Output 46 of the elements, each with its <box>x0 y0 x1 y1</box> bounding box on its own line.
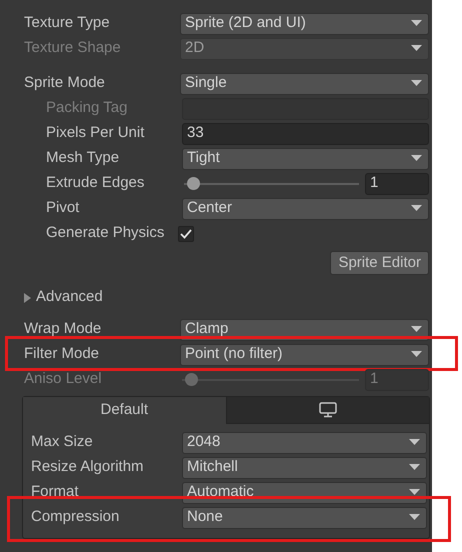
field-label: Texture Shape <box>24 38 122 58</box>
dropdown-field[interactable]: Mitchell <box>182 456 427 478</box>
caret-icon <box>411 205 422 212</box>
caret-icon <box>411 20 422 27</box>
field-label: Texture Type <box>24 13 111 34</box>
caret-icon <box>411 326 422 333</box>
dropdown-field[interactable]: None <box>182 506 427 528</box>
platform-tab[interactable] <box>226 397 429 424</box>
field-label: Sprite Mode <box>24 73 106 94</box>
field-label: Aniso Level <box>24 369 103 390</box>
field-label: Compression <box>31 507 120 528</box>
field-label: Filter Mode <box>24 344 100 364</box>
caret-icon <box>411 351 422 358</box>
caret-icon <box>409 514 420 521</box>
dropdown-field[interactable]: Center <box>182 198 429 220</box>
caret-icon <box>411 155 422 162</box>
dropdown-field[interactable]: Point (no filter) <box>180 344 429 366</box>
field-label: Extrude Edges <box>46 173 146 194</box>
field-label: Mesh Type <box>46 148 120 168</box>
caret-icon <box>409 464 420 471</box>
field-label: Generate Physics <box>46 223 166 244</box>
input-field[interactable]: 33 <box>182 122 429 144</box>
dropdown-field[interactable]: 2048 <box>182 432 427 454</box>
caret-icon <box>411 80 422 87</box>
foldout-label[interactable]: Advanced <box>36 286 103 309</box>
field-label: Resize Algorithm <box>31 457 145 478</box>
checkbox[interactable] <box>178 226 194 242</box>
foldout-arrow-icon[interactable] <box>24 292 31 302</box>
sprite-editor-button[interactable]: Sprite Editor <box>330 250 429 274</box>
field-label: Packing Tag <box>46 98 128 118</box>
caret-icon <box>409 489 420 496</box>
field-label: Max Size <box>31 432 94 452</box>
number-field: 1 <box>365 368 429 390</box>
field-label: Pixels Per Unit <box>46 123 146 144</box>
field-label: Pivot <box>46 198 80 218</box>
field-label: Format <box>31 482 80 502</box>
number-field[interactable]: 1 <box>365 172 429 194</box>
dropdown-field[interactable]: Single <box>180 72 429 94</box>
dropdown-field[interactable]: Sprite (2D and UI) <box>180 12 429 34</box>
field-label: Wrap Mode <box>24 319 102 340</box>
dropdown-field[interactable]: Tight <box>182 148 429 170</box>
slider[interactable] <box>182 176 359 190</box>
dropdown-field: 2D <box>180 38 429 60</box>
caret-icon <box>411 45 422 52</box>
caret-icon <box>409 439 420 446</box>
monitor-icon <box>318 402 337 418</box>
